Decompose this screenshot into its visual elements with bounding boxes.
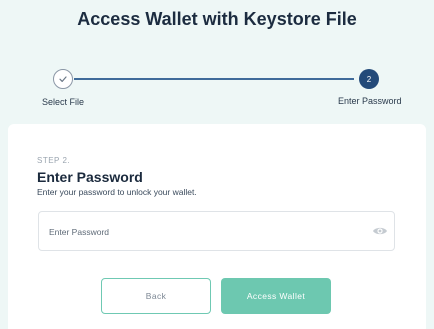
- step-1-indicator[interactable]: [53, 69, 73, 89]
- page-title: Access Wallet with Keystore File: [77, 9, 357, 29]
- card-heading: Enter Password: [37, 169, 143, 185]
- access-wallet-button[interactable]: Access Wallet: [221, 278, 331, 314]
- eye-icon[interactable]: [372, 225, 388, 237]
- checkmark-icon: [59, 76, 67, 82]
- stepper-progress-line: [74, 78, 354, 80]
- keystore-access-page: Access Wallet with Keystore File Select …: [0, 0, 434, 329]
- back-button[interactable]: Back: [101, 278, 211, 314]
- step-1-label: Select File: [42, 97, 85, 107]
- step-2-number: 2: [366, 74, 372, 84]
- step-2-label: Enter Password: [338, 96, 402, 106]
- step-2-indicator: 2: [359, 69, 379, 89]
- card-description: Enter your password to unlock your walle…: [37, 187, 197, 197]
- password-input[interactable]: [49, 222, 349, 242]
- password-field: [38, 211, 395, 251]
- step-tag: STEP 2.: [37, 156, 71, 165]
